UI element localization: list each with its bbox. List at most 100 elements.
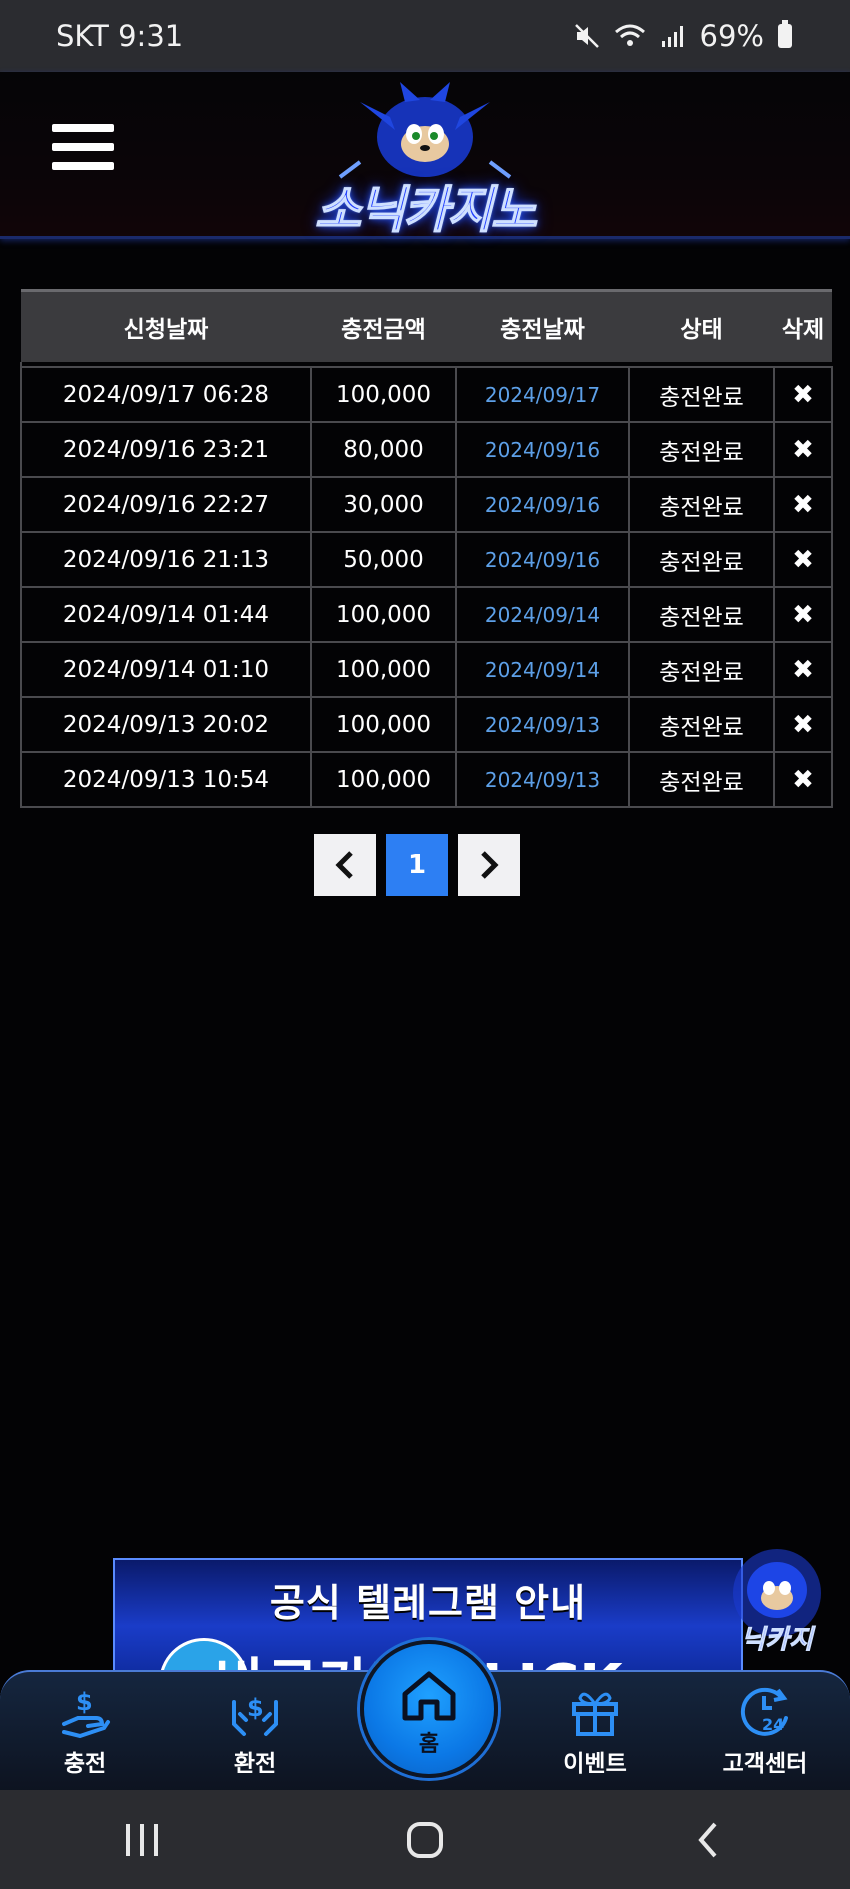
status-cell: 충전완료 xyxy=(628,421,775,478)
charge-date-cell: 2024/09/13 xyxy=(455,696,630,753)
logo-text: 소닉카지노 xyxy=(314,180,538,240)
table-row: 2024/09/16 23:21 80,000 2024/09/16 충전완료 … xyxy=(20,421,833,478)
table-row: 2024/09/13 10:54 100,000 2024/09/13 충전완료… xyxy=(20,751,833,808)
amount-cell: 100,000 xyxy=(310,751,457,808)
status-cell: 충전완료 xyxy=(628,586,775,643)
svg-text:24: 24 xyxy=(762,1715,784,1734)
status-carrier-time: SKT 9:31 xyxy=(56,19,184,53)
exchange-icon: $ xyxy=(232,1694,278,1736)
nav-home-button[interactable]: 홈 xyxy=(360,1640,498,1778)
nav-support-label: 고객센터 xyxy=(722,1751,808,1777)
request-date-cell: 2024/09/16 21:13 xyxy=(20,531,312,588)
request-date-cell: 2024/09/16 22:27 xyxy=(20,476,312,533)
charge-history-table: 신청날짜 충전금액 충전날짜 상태 삭제 2024/09/17 06:28 10… xyxy=(20,289,833,808)
home-icon xyxy=(402,1671,456,1721)
amount-cell: 100,000 xyxy=(310,586,457,643)
svg-text:$: $ xyxy=(76,1688,93,1716)
nav-charge-label: 충전 xyxy=(63,1751,107,1777)
site-header: 소닉카지노 xyxy=(0,72,850,240)
status-bar: SKT 9:31 69% xyxy=(0,0,850,72)
status-icons: 69% xyxy=(574,19,792,53)
delete-button[interactable]: ✖ xyxy=(773,531,833,588)
charge-icon: $ xyxy=(62,1688,110,1738)
charge-date-cell: 2024/09/14 xyxy=(455,586,630,643)
delete-button[interactable]: ✖ xyxy=(773,751,833,808)
status-cell: 충전완료 xyxy=(628,641,775,698)
charge-date-cell: 2024/09/14 xyxy=(455,641,630,698)
amount-cell: 50,000 xyxy=(310,531,457,588)
table-row: 2024/09/13 20:02 100,000 2024/09/13 충전완료… xyxy=(20,696,833,753)
table-row: 2024/09/14 01:10 100,000 2024/09/14 충전완료… xyxy=(20,641,833,698)
chevron-right-icon xyxy=(481,851,499,879)
request-date-cell: 2024/09/13 20:02 xyxy=(20,696,312,753)
recent-apps-button[interactable] xyxy=(92,1810,192,1870)
charge-date-cell: 2024/09/16 xyxy=(455,476,630,533)
nav-support[interactable]: 24 고객센터 xyxy=(705,1684,825,1778)
header-request-date: 신청날짜 xyxy=(21,289,311,362)
nav-event-label: 이벤트 xyxy=(563,1751,627,1777)
table-row: 2024/09/16 21:13 50,000 2024/09/16 충전완료 … xyxy=(20,531,833,588)
amount-cell: 100,000 xyxy=(310,641,457,698)
table-row: 2024/09/16 22:27 30,000 2024/09/16 충전완료 … xyxy=(20,476,833,533)
charge-date-cell: 2024/09/16 xyxy=(455,531,630,588)
signal-icon xyxy=(661,26,683,47)
request-date-cell: 2024/09/13 10:54 xyxy=(20,751,312,808)
sonic-mascot-icon xyxy=(338,82,512,179)
nav-charge[interactable]: $ 충전 xyxy=(25,1684,145,1778)
status-cell: 충전완료 xyxy=(628,531,775,588)
svg-text:$: $ xyxy=(247,1694,264,1722)
gift-icon xyxy=(572,1692,618,1736)
svg-text:닉카지: 닉카지 xyxy=(741,1625,816,1655)
nav-event[interactable]: 이벤트 xyxy=(535,1684,655,1778)
page-number-button[interactable]: 1 xyxy=(386,834,448,896)
table-header-row: 신청날짜 충전금액 충전날짜 상태 삭제 xyxy=(21,289,832,362)
header-amount: 충전금액 xyxy=(311,289,456,362)
charge-date-cell: 2024/09/16 xyxy=(455,421,630,478)
charge-date-cell: 2024/09/13 xyxy=(455,751,630,808)
nav-exchange[interactable]: $ 환전 xyxy=(195,1684,315,1778)
sonic-mascot-icon: 닉카지 xyxy=(733,1549,821,1656)
back-arrow-icon xyxy=(698,1822,717,1857)
site-logo[interactable]: 소닉카지노 xyxy=(300,82,550,240)
amount-cell: 100,000 xyxy=(310,696,457,753)
battery-percent: 69% xyxy=(699,19,764,53)
menu-button[interactable] xyxy=(52,124,114,180)
pagination: 1 xyxy=(314,834,520,896)
charge-date-cell: 2024/09/17 xyxy=(455,366,630,423)
status-cell: 충전완료 xyxy=(628,751,775,808)
delete-button[interactable]: ✖ xyxy=(773,696,833,753)
next-page-button[interactable] xyxy=(458,834,520,896)
status-cell: 충전완료 xyxy=(628,476,775,533)
system-navigation-bar xyxy=(0,1790,850,1889)
nav-exchange-label: 환전 xyxy=(233,1751,277,1777)
amount-cell: 80,000 xyxy=(310,421,457,478)
mute-icon xyxy=(574,24,599,48)
status-cell: 충전완료 xyxy=(628,696,775,753)
header-delete: 삭제 xyxy=(774,289,832,362)
home-system-button[interactable] xyxy=(375,1810,475,1870)
menu-icon xyxy=(52,124,114,132)
delete-button[interactable]: ✖ xyxy=(773,366,833,423)
recent-apps-icon xyxy=(125,1823,158,1856)
battery-icon xyxy=(778,20,792,48)
delete-button[interactable]: ✖ xyxy=(773,476,833,533)
request-date-cell: 2024/09/17 06:28 xyxy=(20,366,312,423)
prev-page-button[interactable] xyxy=(314,834,376,896)
delete-button[interactable]: ✖ xyxy=(773,641,833,698)
request-date-cell: 2024/09/14 01:44 xyxy=(20,586,312,643)
support-24h-icon: 24 xyxy=(740,1687,788,1736)
back-button[interactable] xyxy=(658,1810,758,1870)
chevron-left-icon xyxy=(335,851,353,879)
home-circle-icon xyxy=(406,1821,443,1858)
header-status: 상태 xyxy=(629,289,774,362)
delete-button[interactable]: ✖ xyxy=(773,421,833,478)
banner-title: 공식 텔레그램 안내 xyxy=(269,1581,587,1625)
delete-button[interactable]: ✖ xyxy=(773,586,833,643)
amount-cell: 100,000 xyxy=(310,366,457,423)
amount-cell: 30,000 xyxy=(310,476,457,533)
table-row: 2024/09/14 01:44 100,000 2024/09/14 충전완료… xyxy=(20,586,833,643)
status-cell: 충전완료 xyxy=(628,366,775,423)
header-charge-date: 충전날짜 xyxy=(456,289,629,362)
wifi-icon xyxy=(614,24,645,46)
nav-home-label: 홈 xyxy=(418,1732,440,1757)
